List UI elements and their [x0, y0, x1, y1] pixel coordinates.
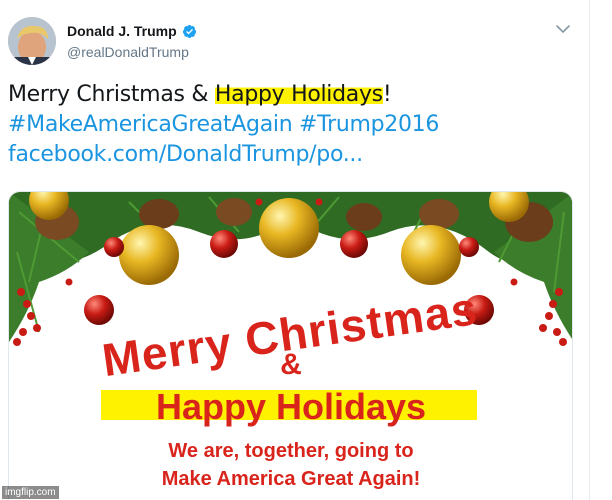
card-text: Merry Christmas & Happy Holidays We are,…: [99, 282, 481, 490]
author-row: Donald J. Trump: [67, 23, 197, 39]
tweet-text-suffix: !: [382, 82, 392, 107]
url-link[interactable]: facebook.com/DonaldTrump/po...: [8, 142, 363, 167]
watermark: imgflip.com: [2, 486, 59, 499]
chevron-down-icon[interactable]: [553, 21, 573, 37]
media-image[interactable]: Merry Christmas & Happy Holidays We are,…: [8, 191, 573, 500]
display-name[interactable]: Donald J. Trump: [67, 23, 177, 39]
card-line-maga: Make America Great Again!: [162, 468, 421, 490]
card-line-happy-holidays: Happy Holidays: [156, 386, 426, 427]
hashtags-line: #MakeAmericaGreatAgain #Trump2016: [8, 110, 578, 140]
hashtag-link[interactable]: #Trump2016: [299, 112, 439, 137]
card-line-together: We are, together, going to: [168, 440, 413, 462]
card-line-ampersand: &: [280, 348, 302, 381]
avatar-image: [8, 17, 56, 65]
avatar[interactable]: [8, 17, 56, 65]
tweet-text-prefix: Merry Christmas &: [8, 82, 215, 107]
tweet-text-line-1: Merry Christmas & Happy Holidays!: [8, 80, 578, 110]
tweet: Donald J. Trump @realDonaldTrump Merry C…: [0, 0, 590, 500]
tweet-text-highlight: Happy Holidays: [214, 82, 383, 107]
handle[interactable]: @realDonaldTrump: [67, 44, 189, 60]
tweet-text: Merry Christmas & Happy Holidays! #MakeA…: [8, 80, 578, 170]
verified-badge-icon: [182, 24, 197, 39]
hashtag-link[interactable]: #MakeAmericaGreatAgain: [8, 112, 293, 137]
